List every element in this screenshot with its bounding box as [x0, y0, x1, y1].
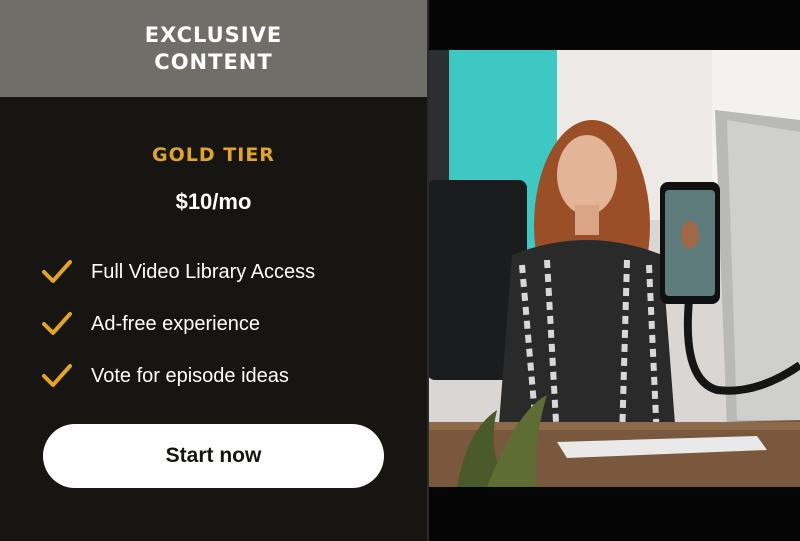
feature-item: Full Video Library Access [40, 255, 410, 289]
feature-label: Full Video Library Access [91, 260, 316, 283]
feature-label: Ad-free experience [91, 312, 260, 335]
card-header: EXCLUSIVE CONTENT [0, 0, 427, 97]
feature-item: Vote for episode ideas [40, 359, 410, 393]
check-icon [42, 260, 72, 283]
feature-list: Full Video Library Access Ad-free experi… [40, 255, 410, 411]
photo-panel [427, 0, 800, 541]
check-icon [42, 312, 72, 335]
panel-divider [427, 0, 429, 541]
pricing-card: EXCLUSIVE CONTENT GOLD TIER $10/mo Full … [0, 0, 427, 541]
tier-price: $10/mo [175, 189, 252, 214]
woman-at-desk-illustration [427, 50, 800, 487]
tier-name: GOLD TIER [152, 144, 275, 166]
feature-label: Vote for episode ideas [91, 364, 289, 387]
card-title: EXCLUSIVE CONTENT [144, 22, 283, 74]
start-now-button[interactable]: Start now [43, 424, 384, 488]
check-icon [42, 364, 72, 387]
promo-photo [427, 50, 800, 487]
feature-item: Ad-free experience [40, 307, 410, 341]
